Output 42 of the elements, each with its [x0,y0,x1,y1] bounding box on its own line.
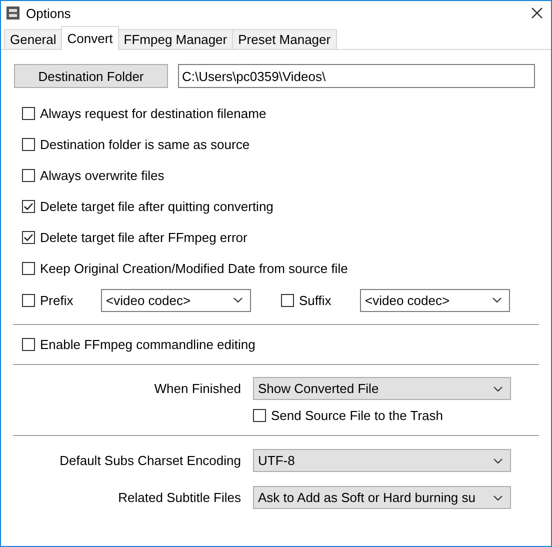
checkbox-label: Prefix [40,292,74,308]
app-icon [6,6,20,20]
chevron-down-icon [493,458,503,464]
dropdown[interactable]: Ask to Add as Soft or Hard burning su [253,486,511,509]
checkbox[interactable] [22,107,35,120]
checkbox-label: Delete target file after quitting converting [40,199,274,214]
chevron-down-icon [493,494,503,500]
chevron-down-icon [493,386,503,392]
checkbox[interactable] [281,294,294,306]
tab[interactable]: Preset Manager [232,29,337,49]
checkbox[interactable] [22,169,35,182]
checkbox[interactable] [253,409,266,422]
window-title: Options [26,6,72,20]
field-label: Related Subtitle Files [118,490,241,505]
tab[interactable]: Convert [61,26,119,50]
checkbox[interactable] [22,338,35,351]
checkbox[interactable] [22,231,35,244]
checkbox-label: Enable FFmpeg commandline editing [40,337,256,352]
checkbox-label: Suffix [299,292,332,308]
destination-folder-button[interactable]: Destination Folder [14,64,168,88]
checkbox-label: Keep Original Creation/Modified Date from source file [40,261,348,276]
checkbox[interactable] [22,138,35,151]
field-label: When Finished [154,381,241,396]
checkbox[interactable] [22,294,35,306]
chevron-down-icon [233,297,243,303]
checkbox-label: Delete target file after FFmpeg error [40,230,248,245]
path-field[interactable]: C:\Users\pc0359\Videos\ [178,64,535,88]
dropdown[interactable]: <video codec> [101,288,251,312]
dropdown[interactable]: <video codec> [360,288,510,312]
dropdown[interactable]: Show Converted File [253,377,511,400]
checkbox[interactable] [22,262,35,275]
checkbox-label: Always request for destination filename [40,106,266,121]
close-icon[interactable] [531,7,543,19]
checkbox-label: Destination folder is same as source [40,137,250,152]
field-label: Default Subs Charset Encoding [60,453,241,468]
chevron-down-icon [492,297,502,303]
checkbox[interactable] [22,200,35,213]
tab[interactable]: FFmpeg Manager [118,29,234,49]
checkbox-label: Always overwrite files [40,168,164,183]
dropdown[interactable]: UTF-8 [253,449,511,472]
checkbox-label: Send Source File to the Trash [271,408,443,423]
tab[interactable]: General [4,29,62,49]
